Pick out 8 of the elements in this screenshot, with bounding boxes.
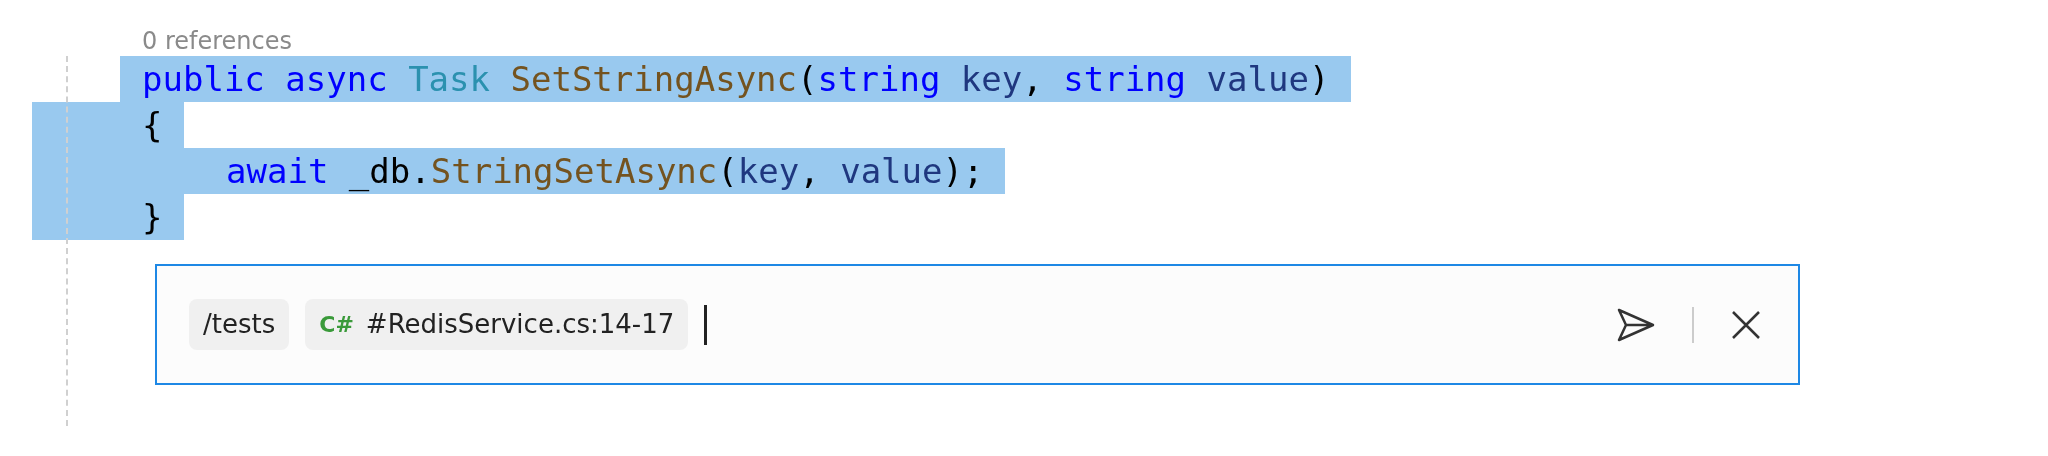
text-cursor: [704, 304, 708, 345]
send-icon: [1616, 306, 1656, 343]
chat-input-field[interactable]: /tests C# #RedisService.cs:14-17: [155, 264, 1800, 385]
command-chip[interactable]: /tests: [189, 299, 290, 350]
language-icon: C#: [319, 308, 354, 341]
file-reference-text: #RedisService.cs:14-17: [365, 308, 675, 341]
close-icon: [1730, 308, 1762, 341]
file-reference-chip[interactable]: C# #RedisService.cs:14-17: [305, 299, 689, 350]
